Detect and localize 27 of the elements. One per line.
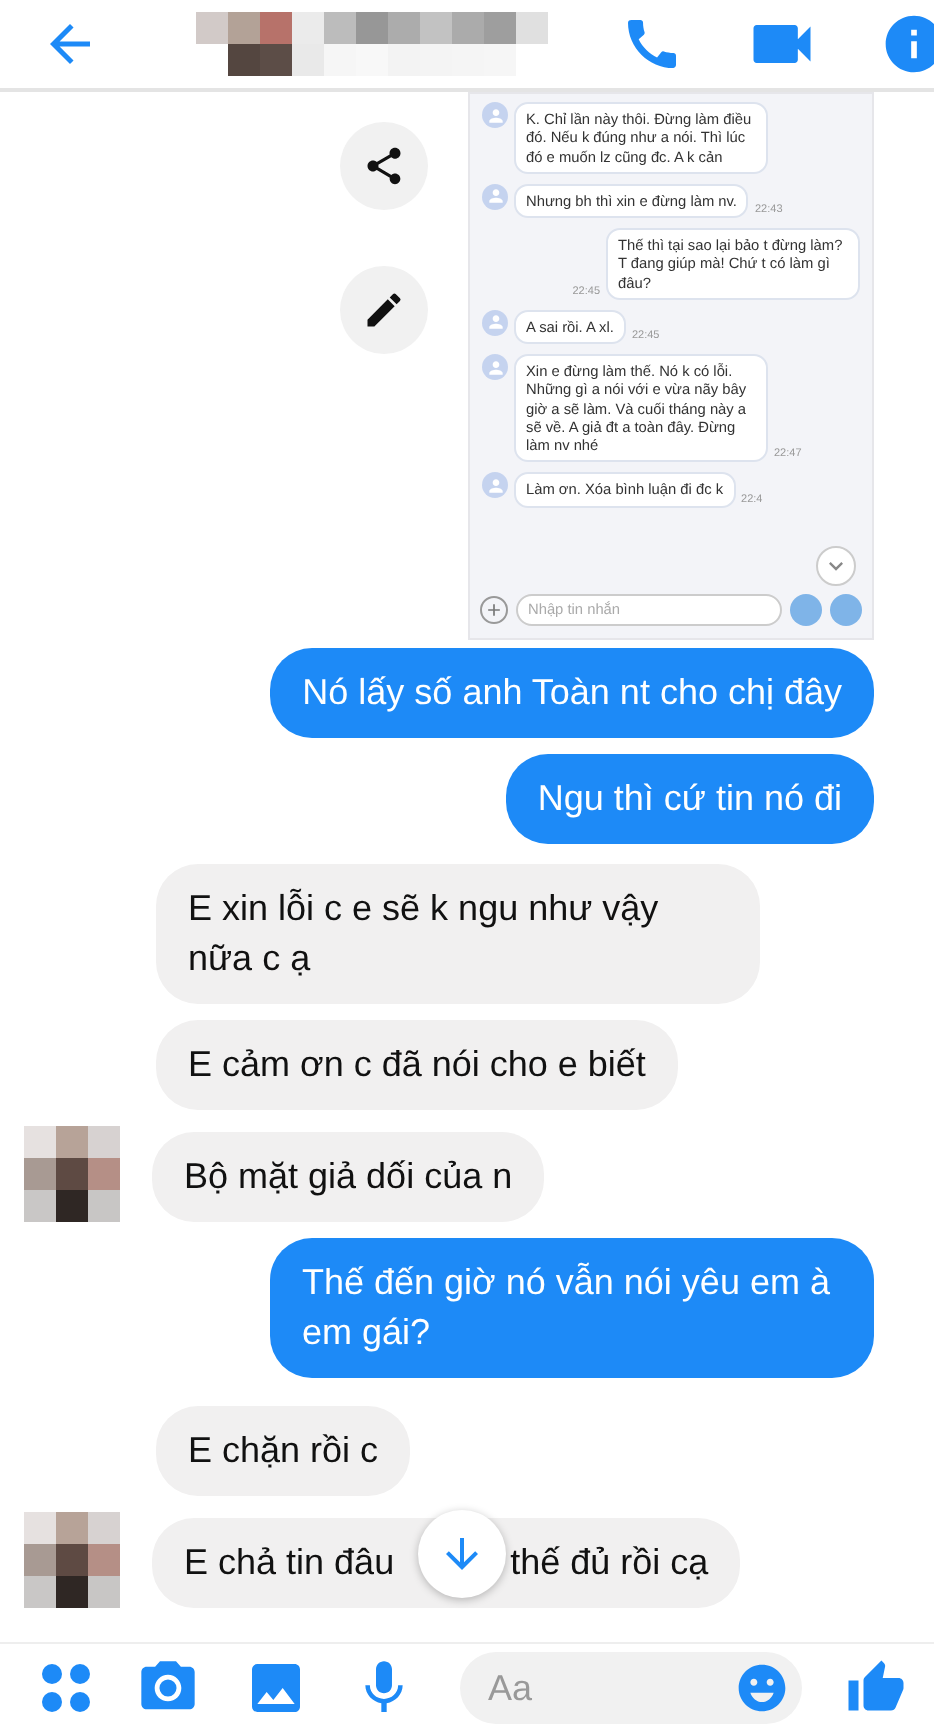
- plus-icon: [480, 596, 508, 624]
- edit-button[interactable]: [340, 266, 428, 354]
- pencil-icon: [362, 288, 406, 332]
- blurred-avatar: [24, 1512, 120, 1608]
- message-bubble: E cảm ơn c đã nói cho e biết: [156, 1020, 678, 1110]
- message-bubble: Nó lấy số anh Toàn nt cho chị đây: [270, 648, 874, 738]
- circle-icon: [830, 594, 862, 626]
- person-icon: [482, 354, 508, 380]
- info-icon[interactable]: [880, 10, 934, 78]
- person-icon: [482, 102, 508, 128]
- message-input[interactable]: Aa: [460, 1652, 802, 1724]
- chevron-down-icon: [816, 546, 856, 586]
- person-icon: [482, 183, 508, 210]
- message-bubble: Bộ mặt giả dối của n: [152, 1132, 545, 1222]
- share-button[interactable]: [340, 122, 428, 210]
- person-icon: [482, 472, 508, 499]
- message-bubble: Ngu thì cứ tin nó đi: [505, 754, 874, 844]
- share-icon: [362, 144, 406, 188]
- message-bubble: E chặn rồi c: [156, 1406, 411, 1496]
- smiley-icon[interactable]: [734, 1660, 790, 1716]
- scroll-down-button[interactable]: [418, 1510, 506, 1598]
- message-bubble: E xin lỗi c e sẽ k ngu như vậy nữa c ạ: [156, 864, 760, 1004]
- menu-dots-icon[interactable]: [40, 1662, 92, 1714]
- blurred-avatar: [24, 1126, 120, 1222]
- circle-icon: [790, 594, 822, 626]
- person-icon: [482, 309, 508, 336]
- message-bubble: Thế đến giờ nó vẫn nói yêu em à em gái?: [270, 1238, 874, 1378]
